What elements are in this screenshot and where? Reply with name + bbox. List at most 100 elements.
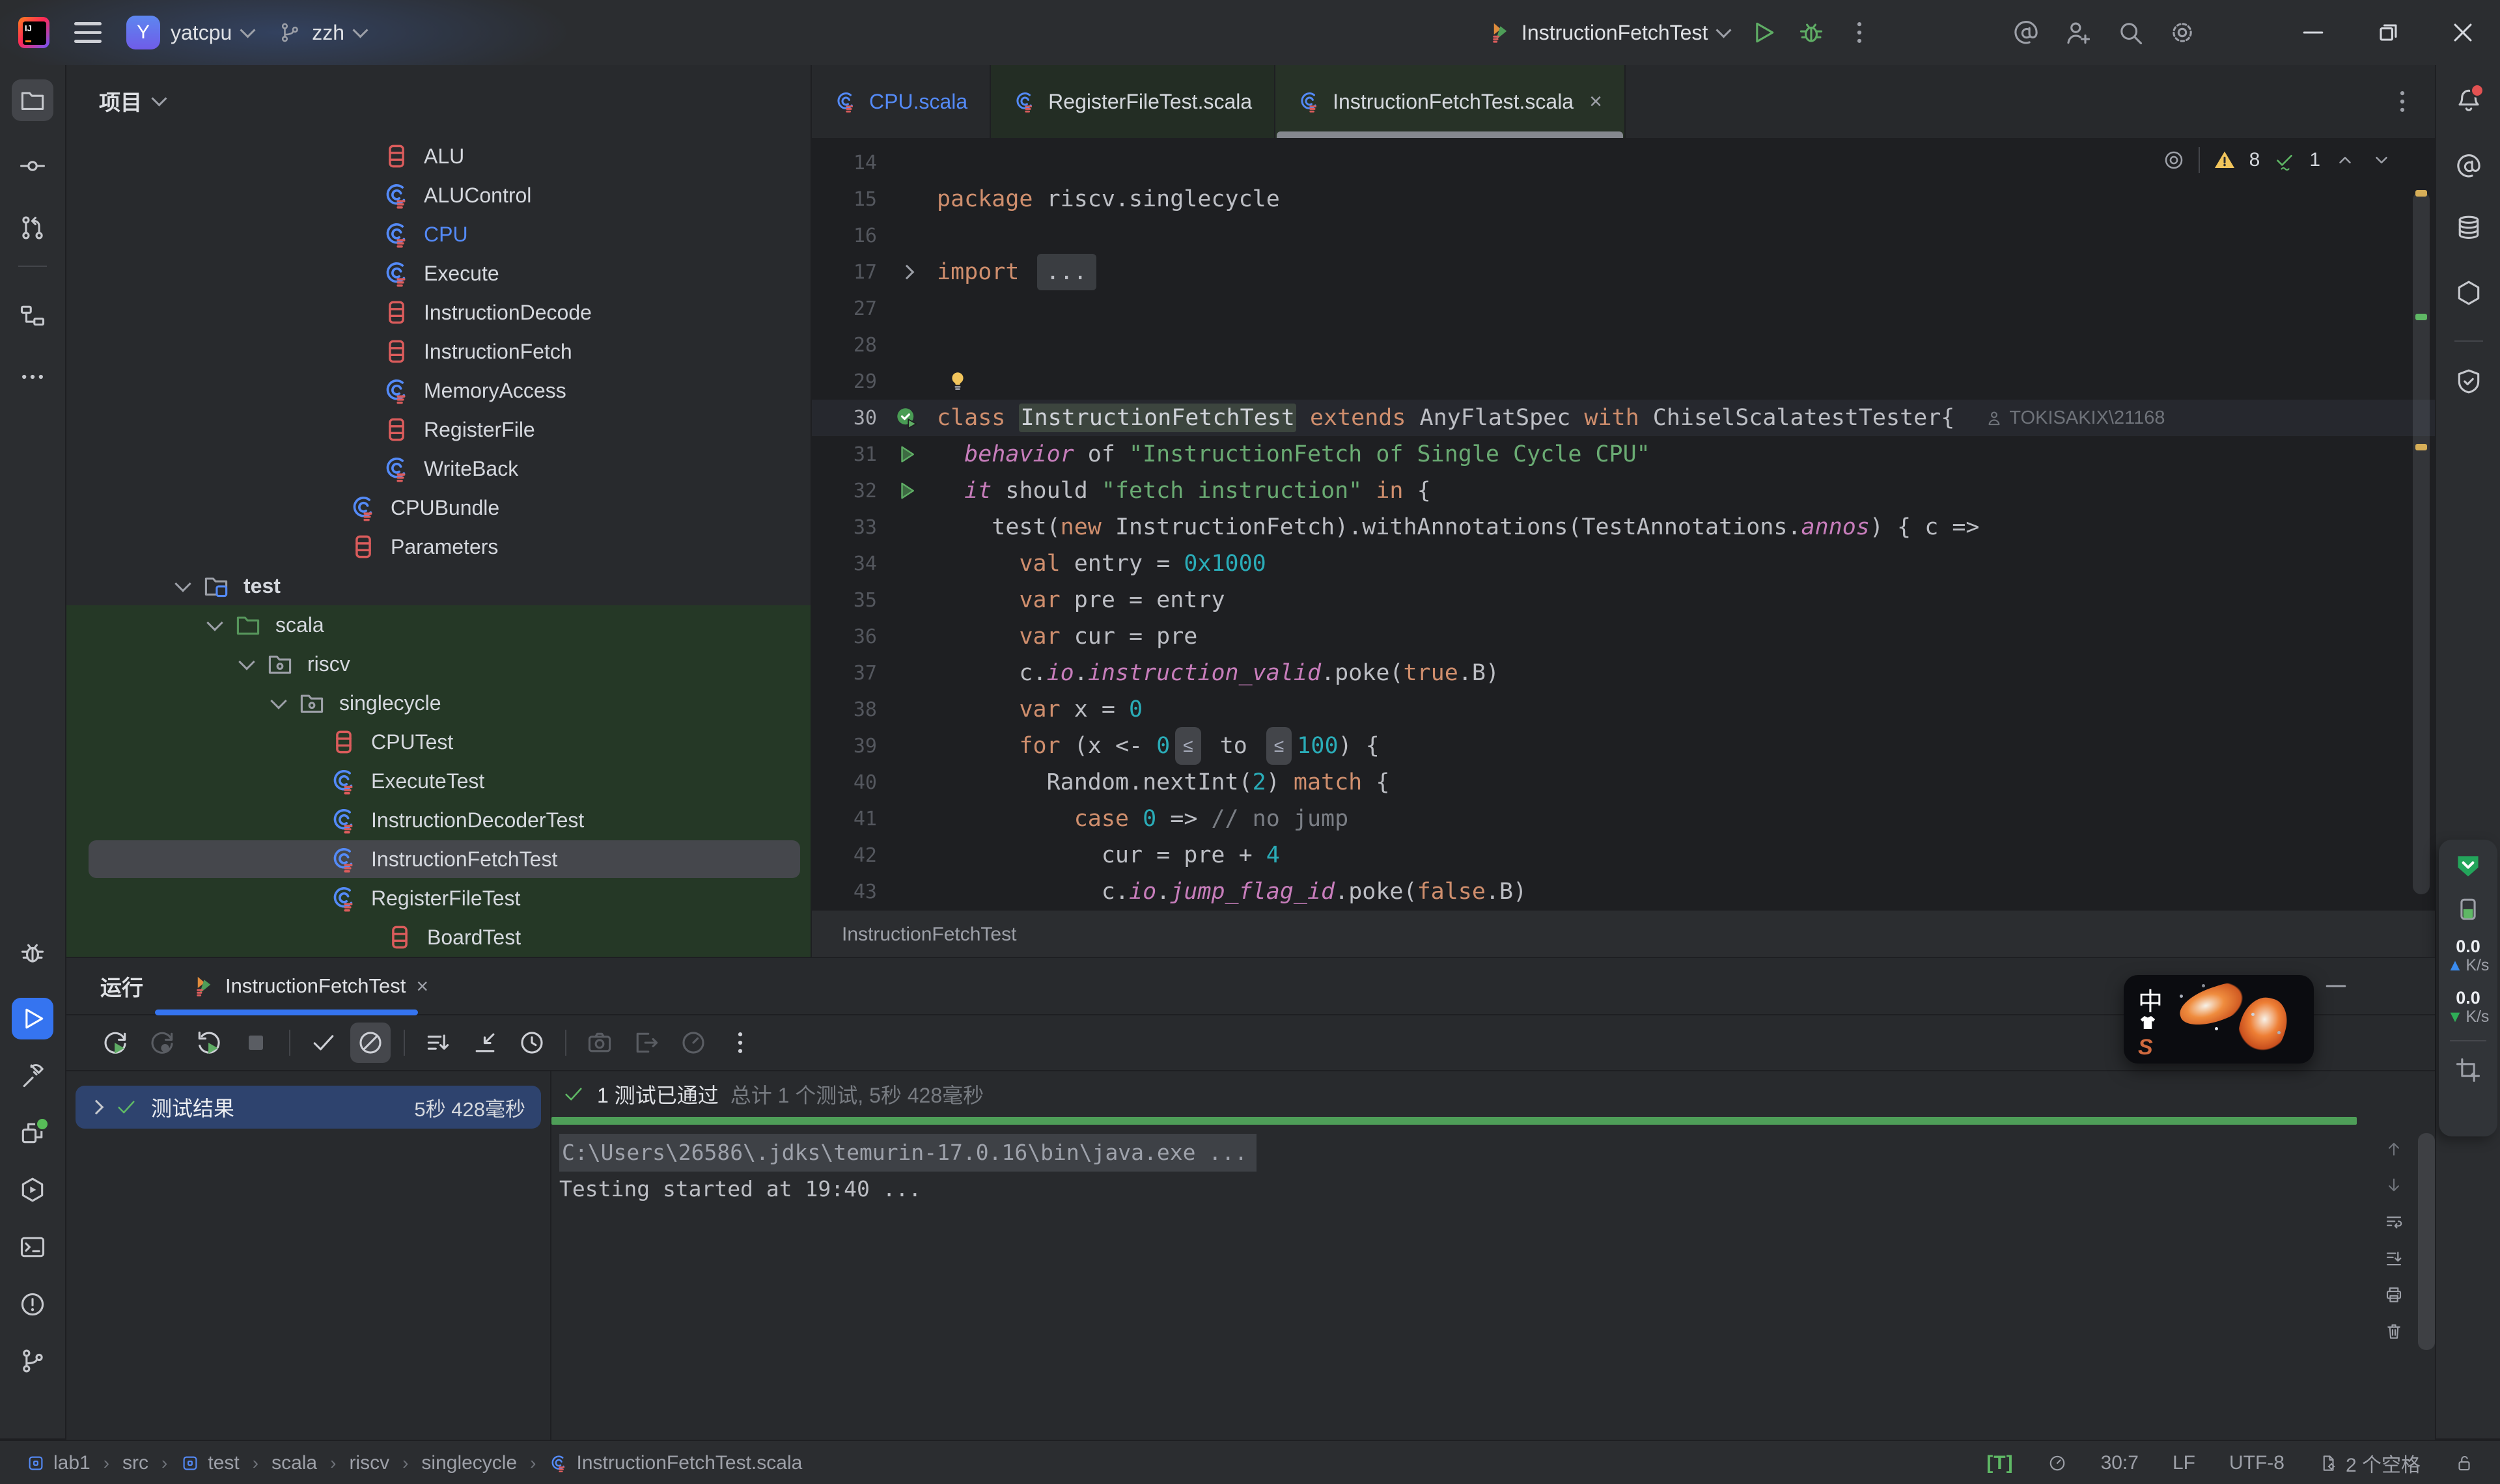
tree-item-writeback[interactable]: WriteBack — [66, 449, 811, 488]
rerun-failed-tests-button[interactable] — [142, 1023, 182, 1063]
code-line[interactable]: 32 it should "fetch instruction" in { — [812, 473, 2435, 509]
breadcrumb-scala[interactable]: scala — [271, 1452, 317, 1474]
ai-assistant-tool-button[interactable] — [2448, 145, 2490, 187]
profiler-button[interactable] — [673, 1023, 714, 1063]
code-line[interactable]: 27 — [812, 290, 2435, 327]
toolbar-more-button[interactable] — [720, 1023, 760, 1063]
vcs-branch-selector[interactable]: zzh — [278, 21, 366, 45]
tree-item-singlecycle-package[interactable]: singlecycle — [66, 683, 811, 722]
console-scrollbar[interactable] — [2418, 1133, 2435, 1350]
prev-occurrence-icon[interactable] — [2384, 1139, 2404, 1159]
indent-style[interactable]: 2 个空格 — [2318, 1449, 2421, 1477]
console-command-line[interactable]: C:\Users\26586\.jdks\temurin-17.0.16\bin… — [559, 1134, 1257, 1172]
tree-item-boardtest[interactable]: BoardTest — [66, 918, 811, 957]
search-everywhere-button[interactable] — [2116, 18, 2145, 47]
run-tab-instructionfetchtest[interactable]: InstructionFetchTest × — [185, 958, 435, 1014]
tree-item-instructiondecode[interactable]: InstructionDecode — [66, 293, 811, 332]
tab-registerfiletest-scala[interactable]: RegisterFileTest.scala — [991, 65, 1275, 138]
next-occurrence-icon[interactable] — [2384, 1175, 2404, 1195]
readonly-toggle[interactable] — [2454, 1453, 2474, 1473]
close-tab-icon[interactable]: × — [1589, 89, 1602, 115]
close-button[interactable] — [2425, 0, 2500, 65]
tree-item-cputest[interactable]: CPUTest — [66, 722, 811, 762]
tree-item-instructiondecodertest[interactable]: InstructionDecoderTest — [66, 801, 811, 840]
tree-item-instructionfetch[interactable]: InstructionFetch — [66, 332, 811, 371]
breadcrumb-singlecycle[interactable]: singlecycle — [421, 1452, 517, 1474]
soft-wrap-icon[interactable] — [2384, 1212, 2404, 1231]
breadcrumb-file[interactable]: InstructionFetchTest.scala — [549, 1452, 802, 1474]
run-test-gutter-icon[interactable] — [877, 443, 937, 466]
screenshot-crop-icon[interactable] — [2454, 1056, 2482, 1084]
code-line[interactable]: 35 var pre = entry — [812, 582, 2435, 618]
sort-by-duration-button[interactable] — [512, 1023, 552, 1063]
code-line[interactable]: 15package riscv.singlecycle — [812, 181, 2435, 217]
system-monitor-widget[interactable]: 0.0 ▲K/s 0.0 ▼K/s — [2439, 840, 2497, 1136]
hide-run-panel-button[interactable] — [2322, 972, 2350, 1000]
code-line[interactable]: 34 val entry = 0x1000 — [812, 545, 2435, 582]
code-line[interactable]: 36 var cur = pre — [812, 618, 2435, 655]
translation-plugin-badge[interactable]: [T] — [1986, 1452, 2013, 1474]
version-control-tool-button[interactable] — [12, 1340, 53, 1382]
capture-snapshot-button[interactable] — [579, 1023, 620, 1063]
stop-button[interactable] — [236, 1023, 276, 1063]
build-tool-button[interactable] — [12, 1055, 53, 1097]
tree-item-instructionfetchtest[interactable]: InstructionFetchTest — [66, 840, 811, 879]
code-line[interactable]: 40 Random.nextInt(2) match { — [812, 764, 2435, 801]
problems-tool-button[interactable] — [12, 1284, 53, 1325]
run-test-gutter-icon[interactable] — [877, 479, 937, 502]
code-line[interactable]: 17import ... — [812, 254, 2435, 290]
ai-assistant-button[interactable] — [2012, 18, 2040, 47]
fold-region-icon[interactable] — [877, 267, 937, 277]
gradle-tool-button[interactable] — [2448, 272, 2490, 314]
terminal-tool-button[interactable] — [12, 1226, 53, 1268]
services-tool-button[interactable] — [12, 1112, 53, 1153]
code-line[interactable]: 38 var x = 0 — [812, 691, 2435, 728]
tab-instructionfetchtest-scala[interactable]: InstructionFetchTest.scala × — [1275, 65, 1626, 138]
intention-lightbulb-icon[interactable] — [946, 370, 969, 393]
pull-requests-tool-button[interactable] — [12, 207, 53, 249]
commit-tool-button[interactable] — [12, 145, 53, 187]
database-tool-button[interactable] — [2448, 207, 2490, 249]
rerun-button[interactable] — [95, 1023, 135, 1063]
run-tool-button[interactable] — [12, 998, 53, 1039]
editor-scrollbar[interactable] — [2413, 191, 2430, 894]
project-selector[interactable]: Y yatcpu — [126, 16, 253, 49]
run-configuration-selector[interactable]: InstructionFetchTest — [1488, 21, 1729, 45]
code-line[interactable]: 29 — [812, 363, 2435, 400]
tree-item-registerfiletest[interactable]: RegisterFileTest — [66, 879, 811, 918]
tree-item-registerfile[interactable]: RegisterFile — [66, 410, 811, 449]
sort-alphabetically-button[interactable] — [418, 1023, 458, 1063]
file-encoding[interactable]: UTF-8 — [2229, 1452, 2285, 1474]
code-line[interactable]: 31 behavior of "InstructionFetch of Sing… — [812, 436, 2435, 473]
clear-console-icon[interactable] — [2384, 1321, 2404, 1341]
breadcrumb-test[interactable]: test — [180, 1452, 239, 1474]
minimize-button[interactable] — [2275, 0, 2350, 65]
breadcrumb-riscv[interactable]: riscv — [349, 1452, 389, 1474]
tree-item-execute[interactable]: Execute — [66, 254, 811, 293]
tree-item-scala-folder[interactable]: scala — [66, 605, 811, 644]
print-icon[interactable] — [2384, 1285, 2404, 1304]
breadcrumb-src[interactable]: src — [122, 1452, 148, 1474]
dependency-checker-tool-button[interactable] — [2448, 361, 2490, 402]
debug-tool-button[interactable] — [12, 932, 53, 974]
show-ignored-button[interactable] — [350, 1023, 391, 1063]
code-author-hint[interactable]: TOKISAKIX\21168 — [1984, 407, 2165, 429]
tree-item-parameters[interactable]: Parameters — [66, 527, 811, 566]
settings-button[interactable] — [2168, 18, 2197, 47]
code-line[interactable]: 41 case 0 => // no jump — [812, 801, 2435, 837]
show-passed-button[interactable] — [303, 1023, 344, 1063]
tab-cpu-scala[interactable]: CPU.scala — [812, 65, 991, 138]
code-line[interactable]: 16 — [812, 217, 2435, 254]
test-passed-gutter-icon[interactable] — [877, 406, 937, 430]
code-line-current[interactable]: 30class InstructionFetchTest extends Any… — [812, 400, 2435, 436]
collapse-all-button[interactable] — [465, 1023, 505, 1063]
project-panel-header[interactable]: 项目 — [66, 65, 811, 137]
tab-list-button[interactable] — [2388, 65, 2435, 138]
code-line[interactable]: 33 test(new InstructionFetch).withAnnota… — [812, 509, 2435, 545]
inspections-widget[interactable]: 8 1 — [2162, 147, 2393, 173]
tree-item-alu[interactable]: ALU — [66, 137, 811, 176]
toggle-auto-test-button[interactable] — [189, 1023, 229, 1063]
line-separator[interactable]: LF — [2173, 1452, 2195, 1474]
structure-tool-button[interactable] — [12, 295, 53, 337]
tree-item-cpu[interactable]: CPU — [66, 215, 811, 254]
